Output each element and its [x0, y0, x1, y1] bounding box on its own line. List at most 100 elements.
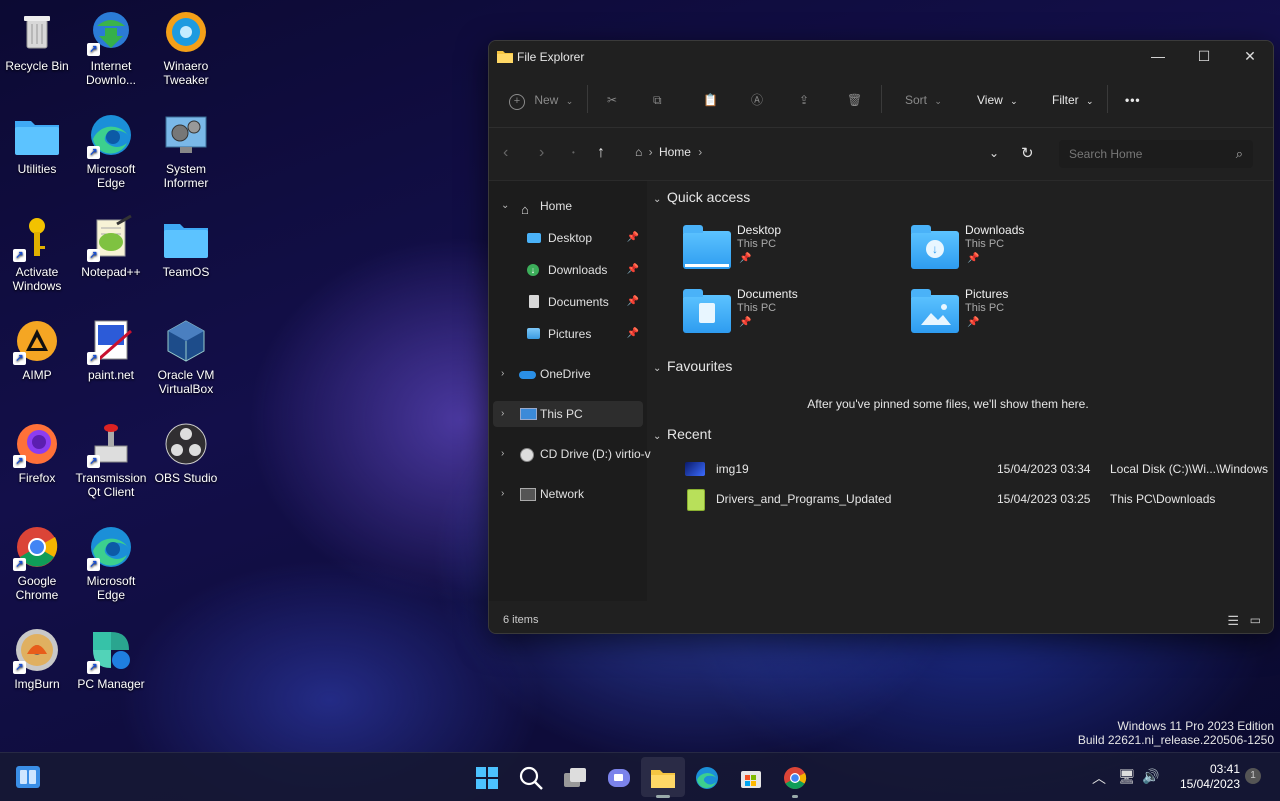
maximize-button[interactable]: ☐ [1181, 41, 1227, 71]
refresh-button[interactable]: ↻ [1021, 144, 1034, 162]
quick-access-downloads[interactable]: ↓ Downloads This PC 📌 [911, 223, 1111, 273]
sidebar-item-onedrive[interactable]: › OneDrive [493, 361, 643, 387]
taskbar: ︿ 🖥 🔊 03:41 15/04/2023 1 [0, 752, 1280, 801]
recent-row[interactable]: Drivers_and_Programs_Updated 15/04/2023 … [647, 486, 1273, 512]
details-view-button[interactable]: ☰ [1227, 613, 1239, 629]
delete-button[interactable]: 🗑 [847, 89, 862, 111]
favourites-header[interactable]: ⌄ Favourites [653, 358, 732, 374]
archive-file-icon [687, 489, 705, 511]
back-button[interactable]: ‹ [503, 144, 508, 162]
tiles-view-button[interactable]: ▭ [1250, 613, 1261, 627]
quick-access-header[interactable]: ⌄ Quick access [653, 189, 750, 205]
teams-chat-button[interactable] [606, 765, 632, 791]
more-options-button[interactable]: ••• [1125, 89, 1141, 111]
clock[interactable]: 03:41 15/04/2023 [1170, 762, 1240, 792]
quick-access-desktop[interactable]: Desktop This PC 📌 [683, 223, 883, 273]
recent-locations-button[interactable]: • [572, 148, 575, 157]
desktop-icon-virtualbox[interactable]: Oracle VM VirtualBox [150, 317, 222, 396]
start-button[interactable] [474, 765, 500, 791]
paste-button[interactable]: 📋 [703, 89, 718, 111]
breadcrumb[interactable]: ⌂ › Home › [635, 145, 702, 159]
desktop-icon-recycle-bin[interactable]: Recycle Bin [1, 8, 73, 73]
widgets-button[interactable] [16, 766, 40, 788]
desktop-icon-paintnet[interactable]: ↗ paint.net [75, 317, 147, 382]
title-bar[interactable]: File Explorer — ☐ ✕ [489, 41, 1273, 71]
minimize-button[interactable]: — [1135, 41, 1181, 71]
file-explorer-taskbar-button[interactable] [641, 757, 685, 798]
sidebar-item-downloads[interactable]: ↓ Downloads 📌 [493, 257, 643, 283]
desktop-icon-transmission[interactable]: ↗ Transmission Qt Client [75, 420, 147, 499]
desktop-icon-idm[interactable]: ↗ Internet Downlo... [75, 8, 147, 87]
quick-access-documents[interactable]: Documents This PC 📌 [683, 287, 883, 337]
sidebar-item-desktop[interactable]: Desktop 📌 [493, 225, 643, 251]
desktop-icon-chrome[interactable]: ↗ Google Chrome [1, 523, 73, 602]
desktop-icon-activate-windows[interactable]: ↗ Activate Windows [1, 214, 73, 293]
sidebar-item-home[interactable]: ⌄ ⌂ Home [493, 193, 643, 219]
pin-icon: 📌 [967, 253, 980, 264]
sidebar-item-network[interactable]: › Network [493, 481, 643, 507]
desktop-icon-teamos[interactable]: TeamOS [150, 214, 222, 279]
desktop-icon-label: Activate Windows [12, 265, 62, 293]
desktop-icon-system-informer[interactable]: System Informer [150, 111, 222, 190]
desktop-icon-obs[interactable]: OBS Studio [150, 420, 222, 485]
search-placeholder: Search Home [1069, 147, 1143, 161]
key-icon: ↗ [13, 214, 61, 262]
up-button[interactable]: ↑ [597, 144, 605, 162]
store-taskbar-button[interactable] [738, 765, 764, 791]
desktop-icon-edge[interactable]: ↗ Microsoft Edge [75, 111, 147, 190]
close-button[interactable]: ✕ [1227, 41, 1273, 71]
search-button[interactable] [518, 765, 544, 791]
view-label: View [977, 93, 1003, 107]
desktop-icon-label: Microsoft Edge [86, 162, 136, 190]
cd-drive-icon [520, 448, 534, 462]
search-box[interactable]: Search Home ⌕ [1059, 140, 1253, 168]
desktop-icon-edge-2[interactable]: ↗ Microsoft Edge [75, 523, 147, 602]
filter-label: Filter [1052, 93, 1079, 107]
clock-date: 15/04/2023 [1179, 777, 1240, 791]
breadcrumb-home[interactable]: Home [659, 145, 691, 159]
cut-button[interactable]: ✂ [607, 89, 617, 111]
task-view-icon [564, 768, 586, 787]
desktop-icon-notepadpp[interactable]: ↗ Notepad++ [75, 214, 147, 279]
obs-icon [162, 420, 210, 468]
desktop-icon-label: Internet Downlo... [85, 59, 137, 87]
desktop-icon-utilities[interactable]: Utilities [1, 111, 73, 176]
section-title: Recent [667, 426, 712, 442]
sidebar-item-pictures[interactable]: Pictures 📌 [493, 321, 643, 347]
sidebar-item-this-pc[interactable]: › This PC [493, 401, 643, 427]
address-dropdown-button[interactable]: ⌄ [989, 146, 999, 160]
quick-access-pictures[interactable]: Pictures This PC 📌 [911, 287, 1111, 337]
show-hidden-icons-button[interactable]: ︿ [1092, 768, 1106, 788]
network-status-icon[interactable]: 🖥 [1118, 768, 1136, 785]
imgburn-icon: ↗ [13, 626, 61, 674]
view-button[interactable]: View ⌄ [977, 89, 1018, 111]
folder-icon [162, 214, 210, 262]
desktop-icon-imgburn[interactable]: ↗ ImgBurn [1, 626, 73, 691]
desktop-icon-firefox[interactable]: ↗ Firefox [1, 420, 73, 485]
edge-taskbar-button[interactable] [694, 765, 720, 791]
recent-file-name: Drivers_and_Programs_Updated [716, 492, 892, 506]
chevron-right-icon: › [501, 408, 505, 419]
recent-header[interactable]: ⌄ Recent [653, 426, 711, 442]
sidebar-item-label: OneDrive [540, 367, 591, 381]
status-bar: 6 items ☰ ▭ [489, 609, 1273, 633]
new-button[interactable]: + New ⌄ [509, 89, 573, 111]
copy-button[interactable]: ⧉ [653, 89, 662, 111]
chrome-taskbar-button[interactable] [782, 765, 808, 798]
share-button[interactable]: ⇪ [799, 89, 809, 111]
sort-button[interactable]: Sort ⌄ [905, 89, 942, 111]
sidebar-item-documents[interactable]: Documents 📌 [493, 289, 643, 315]
volume-icon[interactable]: 🔊 [1142, 768, 1159, 785]
desktop-icon-pc-manager[interactable]: ↗ PC Manager [75, 626, 147, 691]
store-icon [741, 771, 761, 788]
task-view-button[interactable] [562, 765, 588, 791]
sidebar-item-cd-drive[interactable]: › CD Drive (D:) virtio-v [493, 441, 651, 467]
forward-button[interactable]: › [539, 144, 544, 162]
rename-button[interactable]: Ⓐ [751, 89, 763, 111]
desktop-icon-winaero[interactable]: Winaero Tweaker [150, 8, 222, 87]
filter-button[interactable]: Filter ⌄ [1052, 89, 1094, 111]
recent-row[interactable]: img19 15/04/2023 03:34 Local Disk (C:)\W… [647, 456, 1273, 482]
desktop-icon-aimp[interactable]: ↗ AIMP [1, 317, 73, 382]
navigation-pane: ⌄ ⌂ Home Desktop 📌 ↓ Downloads 📌 Documen… [489, 181, 651, 601]
notification-badge[interactable]: 1 [1245, 768, 1261, 784]
